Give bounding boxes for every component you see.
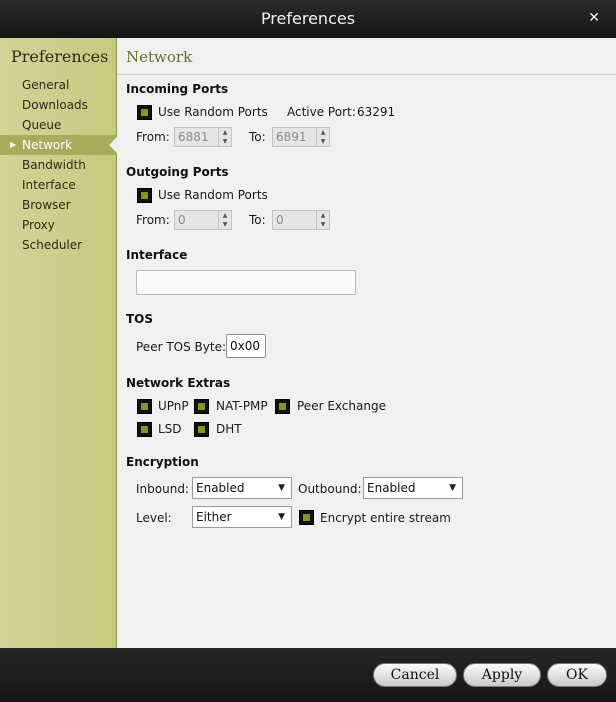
up-arrow-icon[interactable]: ▲ bbox=[317, 211, 329, 220]
lsd-checkbox[interactable] bbox=[137, 422, 152, 437]
down-arrow-icon[interactable]: ▼ bbox=[317, 220, 329, 229]
sidebar-item-label: Network bbox=[22, 138, 73, 152]
selected-arrow-icon: ▶ bbox=[10, 140, 17, 149]
incoming-random-checkbox[interactable] bbox=[137, 105, 152, 120]
outbound-select[interactable]: Enabled ▼ bbox=[363, 477, 463, 499]
peer-tos-input[interactable]: 0x00 bbox=[226, 334, 266, 358]
up-arrow-icon[interactable]: ▲ bbox=[317, 128, 329, 137]
outgoing-to-value: 0 bbox=[276, 213, 284, 227]
level-label: Level: bbox=[136, 511, 172, 525]
sidebar-item-bandwidth[interactable]: Bandwidth bbox=[0, 155, 117, 175]
sidebar-item-label: Scheduler bbox=[22, 238, 83, 252]
page-title: Network bbox=[126, 48, 193, 66]
title-bar: Preferences ✕ bbox=[0, 0, 616, 38]
active-port-value: 63291 bbox=[357, 105, 396, 119]
outgoing-from-value: 0 bbox=[178, 213, 186, 227]
network-extras-heading: Network Extras bbox=[126, 376, 231, 390]
peer-tos-label: Peer TOS Byte: bbox=[136, 340, 226, 354]
sidebar-item-queue[interactable]: Queue bbox=[0, 115, 117, 135]
inbound-value: Enabled bbox=[196, 481, 245, 495]
peer-exchange-label: Peer Exchange bbox=[297, 399, 386, 413]
peer-exchange-checkbox[interactable] bbox=[275, 399, 290, 414]
natpmp-label: NAT-PMP bbox=[216, 399, 268, 413]
outgoing-ports-heading: Outgoing Ports bbox=[126, 165, 229, 179]
stepper-buttons[interactable]: ▲ ▼ bbox=[316, 128, 329, 146]
encryption-heading: Encryption bbox=[126, 455, 199, 469]
upnp-checkbox[interactable] bbox=[137, 399, 152, 414]
active-port-label: Active Port: bbox=[287, 105, 356, 119]
sidebar: Preferences General Downloads Queue ▶ Ne… bbox=[0, 38, 118, 648]
sidebar-item-label: Bandwidth bbox=[22, 158, 86, 172]
up-arrow-icon[interactable]: ▲ bbox=[219, 128, 231, 137]
incoming-from-value: 6881 bbox=[178, 130, 209, 144]
content-panel: Network Incoming Ports Use Random Ports … bbox=[117, 38, 616, 648]
sidebar-item-scheduler[interactable]: Scheduler bbox=[0, 235, 117, 255]
inbound-label: Inbound: bbox=[136, 482, 189, 496]
cancel-button[interactable]: Cancel bbox=[373, 663, 457, 687]
sidebar-item-label: Queue bbox=[22, 118, 62, 132]
dropdown-arrow-icon: ▼ bbox=[278, 512, 285, 522]
outgoing-random-label: Use Random Ports bbox=[158, 188, 268, 202]
encrypt-stream-checkbox[interactable] bbox=[299, 510, 314, 525]
interface-input[interactable] bbox=[136, 270, 356, 295]
stepper-buttons[interactable]: ▲ ▼ bbox=[316, 211, 329, 229]
outgoing-to-label: To: bbox=[249, 213, 266, 227]
stepper-buttons[interactable]: ▲ ▼ bbox=[218, 128, 231, 146]
outgoing-random-checkbox[interactable] bbox=[137, 188, 152, 203]
lsd-label: LSD bbox=[158, 422, 182, 436]
sidebar-item-interface[interactable]: Interface bbox=[0, 175, 117, 195]
outbound-label: Outbound: bbox=[298, 482, 362, 496]
incoming-ports-heading: Incoming Ports bbox=[126, 82, 229, 96]
outgoing-from-label: From: bbox=[136, 213, 170, 227]
sidebar-item-label: Proxy bbox=[22, 218, 55, 232]
inbound-select[interactable]: Enabled ▼ bbox=[192, 477, 292, 499]
sidebar-title: Preferences bbox=[11, 47, 109, 66]
sidebar-item-label: Downloads bbox=[22, 98, 88, 112]
incoming-to-stepper[interactable]: 6891 ▲ ▼ bbox=[272, 127, 330, 147]
incoming-random-label: Use Random Ports bbox=[158, 105, 268, 119]
window-title: Preferences bbox=[260, 9, 356, 28]
title-divider bbox=[117, 74, 616, 75]
natpmp-checkbox[interactable] bbox=[194, 399, 209, 414]
dropdown-arrow-icon: ▼ bbox=[278, 483, 285, 493]
incoming-to-value: 6891 bbox=[276, 130, 307, 144]
apply-button[interactable]: Apply bbox=[463, 663, 541, 687]
outgoing-from-stepper[interactable]: 0 ▲ ▼ bbox=[174, 210, 232, 230]
incoming-to-label: To: bbox=[249, 130, 266, 144]
interface-heading: Interface bbox=[126, 248, 188, 262]
down-arrow-icon[interactable]: ▼ bbox=[219, 137, 231, 146]
sidebar-item-general[interactable]: General bbox=[0, 75, 117, 95]
encrypt-stream-label: Encrypt entire stream bbox=[320, 511, 451, 525]
up-arrow-icon[interactable]: ▲ bbox=[219, 211, 231, 220]
sidebar-item-proxy[interactable]: Proxy bbox=[0, 215, 117, 235]
incoming-from-label: From: bbox=[136, 130, 170, 144]
outbound-value: Enabled bbox=[367, 481, 416, 495]
stepper-buttons[interactable]: ▲ ▼ bbox=[218, 211, 231, 229]
incoming-from-stepper[interactable]: 6881 ▲ ▼ bbox=[174, 127, 232, 147]
sidebar-item-label: Browser bbox=[22, 198, 71, 212]
level-value: Either bbox=[196, 510, 232, 524]
tos-heading: TOS bbox=[126, 312, 154, 326]
sidebar-item-downloads[interactable]: Downloads bbox=[0, 95, 117, 115]
outgoing-to-stepper[interactable]: 0 ▲ ▼ bbox=[272, 210, 330, 230]
dht-checkbox[interactable] bbox=[194, 422, 209, 437]
ok-button[interactable]: OK bbox=[547, 663, 607, 687]
button-bar: Cancel Apply OK bbox=[0, 648, 616, 702]
down-arrow-icon[interactable]: ▼ bbox=[317, 137, 329, 146]
sidebar-item-browser[interactable]: Browser bbox=[0, 195, 117, 215]
level-select[interactable]: Either ▼ bbox=[192, 506, 292, 528]
sidebar-item-network[interactable]: ▶ Network bbox=[0, 135, 118, 155]
down-arrow-icon[interactable]: ▼ bbox=[219, 220, 231, 229]
sidebar-item-label: Interface bbox=[22, 178, 76, 192]
close-icon[interactable]: ✕ bbox=[588, 10, 600, 26]
sidebar-item-label: General bbox=[22, 78, 70, 92]
upnp-label: UPnP bbox=[158, 399, 189, 413]
dropdown-arrow-icon: ▼ bbox=[449, 483, 456, 493]
peer-tos-value: 0x00 bbox=[230, 339, 261, 353]
dht-label: DHT bbox=[216, 422, 242, 436]
